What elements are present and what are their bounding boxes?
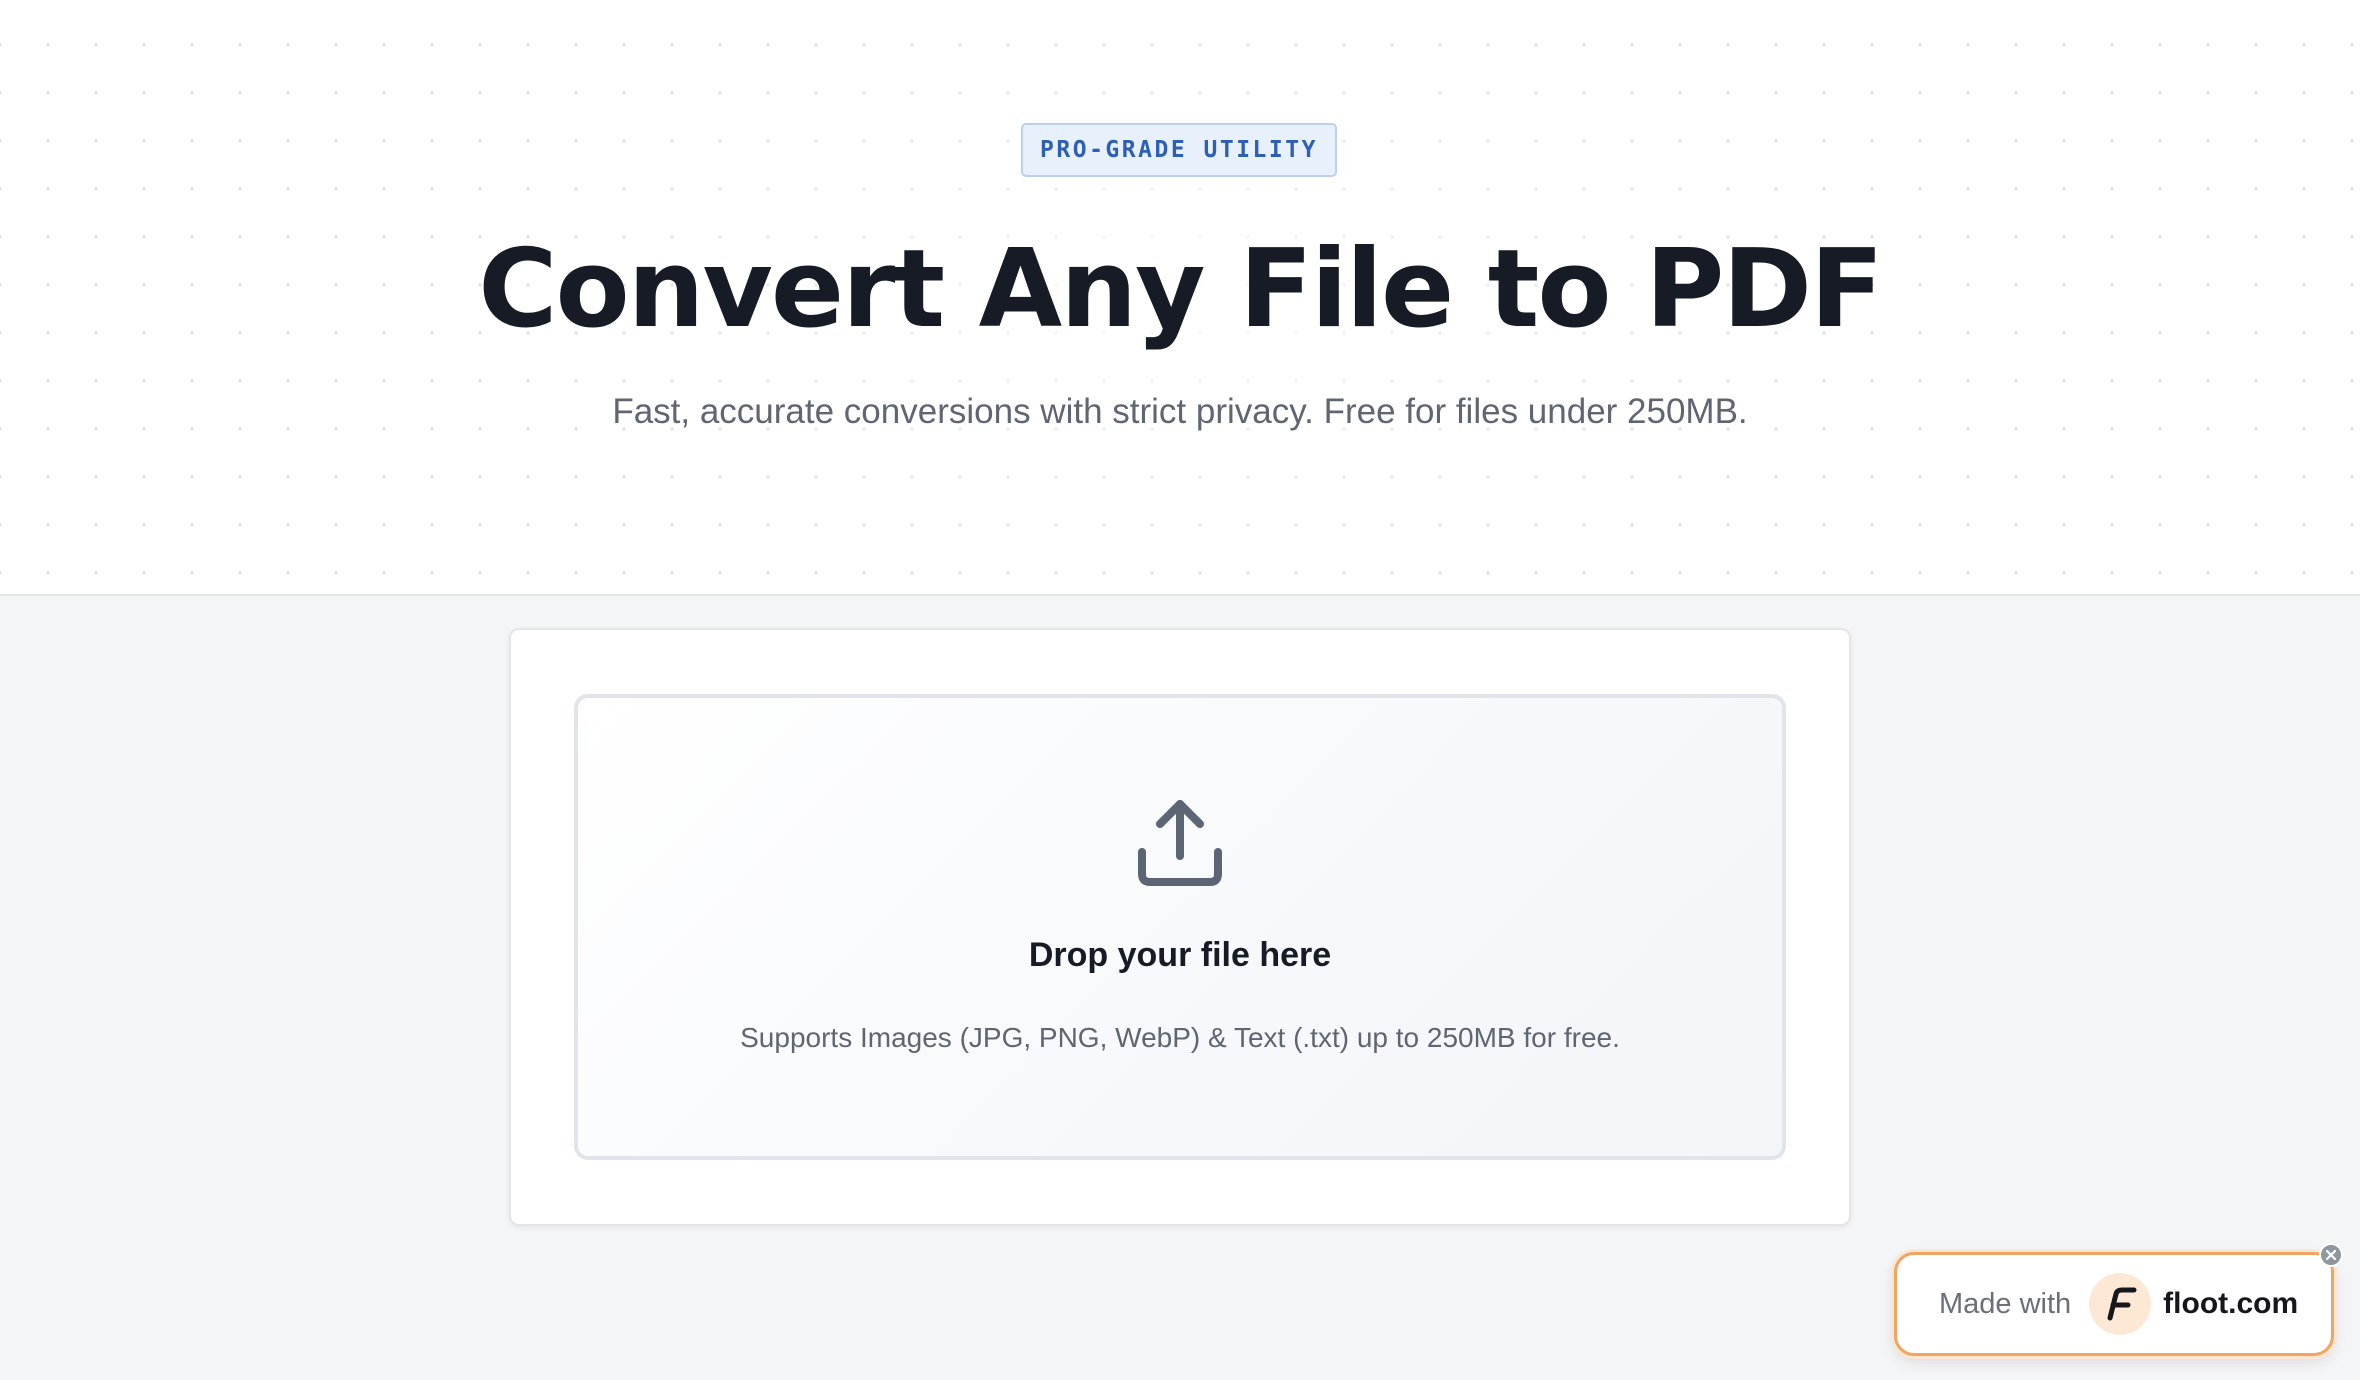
file-dropzone[interactable]	[574, 694, 1786, 1160]
dropzone-title: Drop your file here	[1028, 936, 1332, 974]
upload-icon	[1138, 800, 1222, 886]
close-x-icon	[2325, 1249, 2337, 1261]
floot-f-glyph-icon	[2107, 1287, 2137, 1321]
floot-domain-link: floot.com	[2163, 1287, 2299, 1320]
dropzone-hint: Supports Images (JPG, PNG, WebP) & Text …	[740, 1022, 1620, 1053]
page-subtitle: Fast, accurate conversions with strict p…	[612, 392, 1748, 431]
close-icon[interactable]	[2319, 1243, 2343, 1267]
made-with-label: Made with	[1939, 1287, 2072, 1320]
page-title: Convert Any File to PDF	[478, 227, 1884, 352]
made-with-floot-badge[interactable]: Made with floot.com	[1894, 1252, 2334, 1356]
floot-logo-icon	[2089, 1273, 2152, 1335]
pro-grade-badge: PRO-GRADE UTILITY	[1021, 123, 1337, 177]
